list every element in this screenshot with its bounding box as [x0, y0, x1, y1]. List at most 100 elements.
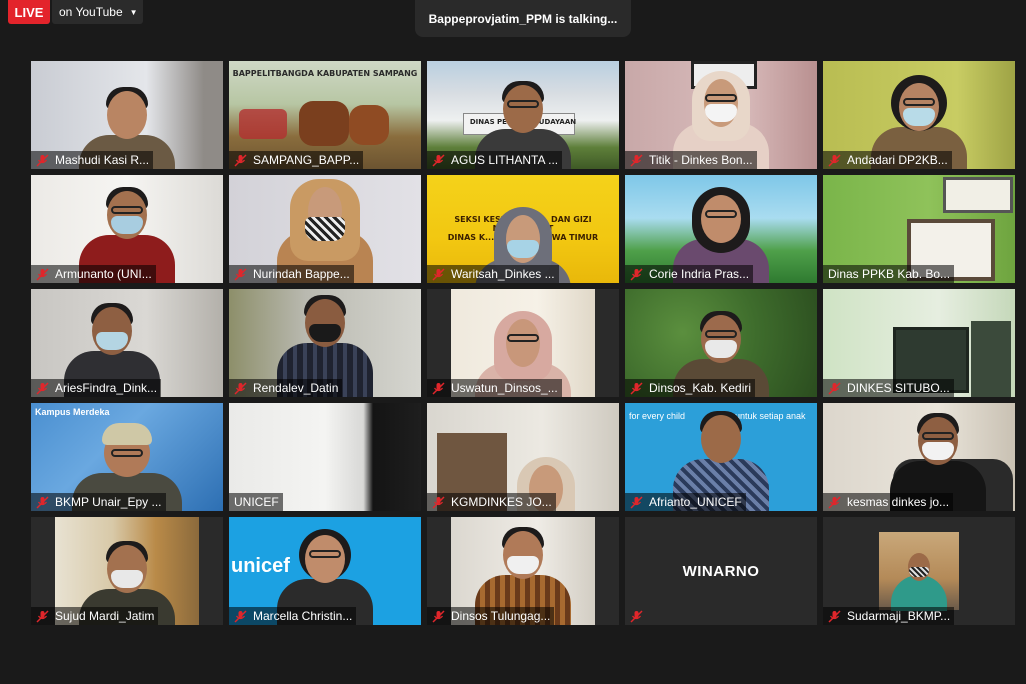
mic-muted-icon: [234, 267, 247, 281]
participant-name-bar: Mashudi Kasi R...: [31, 151, 154, 169]
mic-muted-icon: [36, 609, 49, 623]
participant-name: Dinsos Tulungag...: [451, 609, 551, 623]
participant-name-bar: Armunanto (UNI...: [31, 265, 156, 283]
participant-name-bar: AriesFindra_Dink...: [31, 379, 162, 397]
participant-name: UNICEF: [234, 495, 279, 509]
participant-tile[interactable]: DINKES SITUBO...: [823, 289, 1015, 397]
participant-name: KGMDINKES JO...: [451, 495, 552, 509]
mic-muted-icon: [234, 609, 247, 623]
participant-name: kesmas dinkes jo...: [847, 495, 950, 509]
participant-tile[interactable]: Mashudi Kasi R...: [31, 61, 223, 169]
participant-display-name: WINARNO: [682, 562, 760, 580]
participant-name-bar: Dinsos_Kab. Kediri: [625, 379, 756, 397]
participant-tile[interactable]: Armunanto (UNI...: [31, 175, 223, 283]
mic-muted-icon: [630, 267, 643, 281]
participant-name: Andadari DP2KB...: [847, 153, 948, 167]
chevron-down-icon: ▼: [129, 7, 138, 17]
mic-muted-icon: [432, 381, 445, 395]
mic-muted-icon: [432, 495, 445, 509]
participant-tile[interactable]: kesmas dinkes jo...: [823, 403, 1015, 511]
unicef-tagline: for every child: [629, 411, 686, 421]
participant-tile[interactable]: UNICEF: [229, 403, 421, 511]
participant-name: SAMPANG_BAPP...: [253, 153, 360, 167]
participant-name-bar: Andadari DP2KB...: [823, 151, 952, 169]
participant-name-bar: Sudarmaji_BKMP...: [823, 607, 955, 625]
participant-tile[interactable]: Andadari DP2KB...: [823, 61, 1015, 169]
logo-text: Kampus Merdeka: [35, 407, 110, 417]
participant-name: Mashudi Kasi R...: [55, 153, 150, 167]
mic-muted-icon: [432, 267, 445, 281]
participant-name-bar: DINKES SITUBO...: [823, 379, 954, 397]
participant-name: Afrianto_UNICEF: [649, 495, 742, 509]
participant-tile[interactable]: WINARNO: [625, 517, 817, 625]
mic-muted-icon: [36, 495, 49, 509]
participant-name-bar: Uswatun_Dinsos_...: [427, 379, 562, 397]
mic-muted-icon: [36, 153, 49, 167]
mic-muted-icon: [630, 609, 643, 623]
mic-muted-icon: [630, 381, 643, 395]
participant-tile[interactable]: Sudarmaji_BKMP...: [823, 517, 1015, 625]
live-badge[interactable]: LIVE: [8, 0, 50, 24]
participant-name-bar: UNICEF: [229, 493, 283, 511]
participant-tile[interactable]: Dinsos_Kab. Kediri: [625, 289, 817, 397]
mic-muted-icon: [630, 495, 643, 509]
participant-name-bar: SAMPANG_BAPP...: [229, 151, 364, 169]
participant-name-bar: Dinsos Tulungag...: [427, 607, 555, 625]
participant-name-bar: Rendalev_Datin: [229, 379, 343, 397]
stream-target-button[interactable]: on YouTube ▼: [52, 0, 143, 24]
participant-name: Sudarmaji_BKMP...: [847, 609, 951, 623]
participant-tile[interactable]: BAPPELITBANGDA KABUPATEN SAMPANG SAMPANG…: [229, 61, 421, 169]
participant-name-bar: Nurindah Bappe...: [229, 265, 354, 283]
mic-muted-icon: [234, 153, 247, 167]
participant-name: Corie Indria Pras...: [649, 267, 750, 281]
participant-tile[interactable]: AriesFindra_Dink...: [31, 289, 223, 397]
participant-name: DINKES SITUBO...: [847, 381, 950, 395]
participant-name: Dinsos_Kab. Kediri: [649, 381, 752, 395]
participant-name-bar: KGMDINKES JO...: [427, 493, 556, 511]
participant-tile[interactable]: Corie Indria Pras...: [625, 175, 817, 283]
participant-name: BKMP Unair_Epy ...: [55, 495, 162, 509]
participant-tile[interactable]: for every child untuk setiap anak Afrian…: [625, 403, 817, 511]
participant-name-bar: Marcella Christin...: [229, 607, 357, 625]
participant-name-bar: AGUS LITHANTA ...: [427, 151, 563, 169]
mic-muted-icon: [828, 609, 841, 623]
participant-name: Marcella Christin...: [253, 609, 353, 623]
mic-muted-icon: [432, 153, 445, 167]
participant-name: Nurindah Bappe...: [253, 267, 350, 281]
participant-tile[interactable]: unicef Marcella Christin...: [229, 517, 421, 625]
participant-tile[interactable]: Dinas PPKB Kab. Bo...: [823, 175, 1015, 283]
mic-muted-icon: [36, 267, 49, 281]
participant-name: Titik - Dinkes Bon...: [649, 153, 753, 167]
participant-tile[interactable]: SEKSI KESEHATAN ... DAN GIZI MASYARAKAT …: [427, 175, 619, 283]
mic-muted-icon: [828, 153, 841, 167]
participant-name-bar: Dinas PPKB Kab. Bo...: [823, 265, 955, 283]
participant-tile[interactable]: Kampus Merdeka BKMP Unair_Epy ...: [31, 403, 223, 511]
participant-tile[interactable]: Rendalev_Datin: [229, 289, 421, 397]
participant-name: AriesFindra_Dink...: [55, 381, 158, 395]
mic-muted-icon: [234, 381, 247, 395]
participant-name-bar: Sujud Mardi_Jatim: [31, 607, 159, 625]
participant-tile[interactable]: DINAS PEN... KEBUDAYAAN AGUS LITHANTA ..…: [427, 61, 619, 169]
active-speaker-indicator: Bappeprovjatim_PPM is talking...: [415, 0, 631, 37]
unicef-logo: unicef: [231, 555, 290, 577]
participant-tile[interactable]: Uswatun_Dinsos_...: [427, 289, 619, 397]
participant-name: Dinas PPKB Kab. Bo...: [828, 267, 951, 281]
participant-name: AGUS LITHANTA ...: [451, 153, 559, 167]
participant-name-bar: BKMP Unair_Epy ...: [31, 493, 166, 511]
stream-target-label: on YouTube: [59, 5, 123, 19]
participant-name-bar: [625, 607, 653, 625]
gallery-grid: Mashudi Kasi R... BAPPELITBANGDA KABUPAT…: [31, 61, 1015, 625]
participant-name-bar: kesmas dinkes jo...: [823, 493, 954, 511]
participant-tile[interactable]: KGMDINKES JO...: [427, 403, 619, 511]
participant-tile[interactable]: Titik - Dinkes Bon...: [625, 61, 817, 169]
participant-name: Armunanto (UNI...: [55, 267, 152, 281]
participant-tile[interactable]: Dinsos Tulungag...: [427, 517, 619, 625]
mic-muted-icon: [36, 381, 49, 395]
mic-muted-icon: [828, 381, 841, 395]
participant-name-bar: Waritsah_Dinkes ...: [427, 265, 559, 283]
participant-name: Waritsah_Dinkes ...: [451, 267, 555, 281]
participant-name-bar: Corie Indria Pras...: [625, 265, 754, 283]
participant-tile[interactable]: Sujud Mardi_Jatim: [31, 517, 223, 625]
participant-tile[interactable]: Nurindah Bappe...: [229, 175, 421, 283]
participant-name: Uswatun_Dinsos_...: [451, 381, 558, 395]
